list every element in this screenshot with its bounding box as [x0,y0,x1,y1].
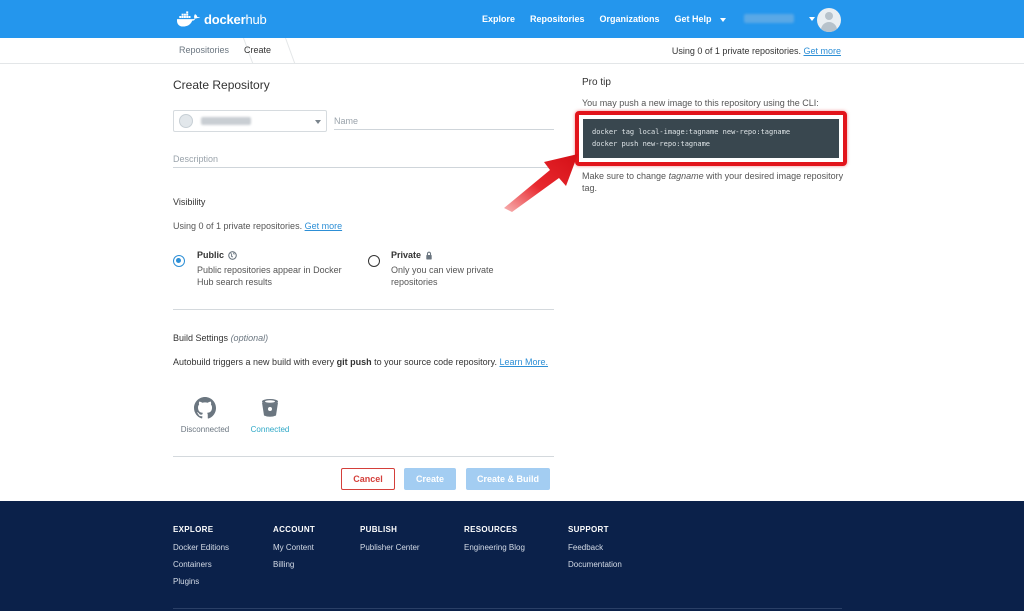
footer-link[interactable]: Billing [273,560,315,569]
namespace-avatar [179,114,193,128]
code-line: docker tag local-image:tagname new-repo:… [592,128,791,136]
private-option-title[interactable]: Private [391,250,433,260]
private-radio[interactable] [368,255,380,267]
description-input[interactable] [173,150,554,168]
footer-link[interactable]: Documentation [568,560,622,569]
docker-hub-logo[interactable]: dockerhub [177,10,267,28]
chevron-down-icon [719,17,726,22]
bitbucket-provider[interactable]: Connected [246,397,294,434]
private-option-desc: Only you can view private repositories [391,265,494,287]
create-button[interactable]: Create [404,468,456,490]
breadcrumb-repositories[interactable]: Repositories [172,38,236,63]
user-menu-chevron-icon[interactable] [809,17,815,21]
autobuild-description: Autobuild triggers a new build with ever… [173,357,549,367]
footer-link[interactable]: Engineering Blog [464,543,525,552]
cancel-button[interactable]: Cancel [341,468,395,490]
footer-link[interactable]: Containers [173,560,229,569]
footer: EXPLORE Docker Editions Containers Plugi… [0,501,1024,611]
repository-name-input[interactable] [334,112,554,130]
create-and-build-button[interactable]: Create & Build [466,468,550,490]
footer-col-resources: RESOURCES Engineering Blog [464,525,525,560]
footer-divider [173,608,842,609]
docker-whale-icon [177,10,201,26]
private-repo-usage: Using 0 of 1 private repositories. Get m… [671,46,841,56]
visibility-label: Visibility [173,197,206,207]
footer-link[interactable]: Docker Editions [173,543,229,552]
footer-heading: EXPLORE [173,525,214,534]
breadcrumb-separator [278,38,279,63]
visibility-usage: Using 0 of 1 private repositories. Get m… [173,221,343,231]
nav-links: Explore Repositories Organizations Get H… [482,14,741,24]
public-option-title[interactable]: Public [197,250,237,260]
learn-more-link[interactable]: Learn More. [500,357,549,367]
footer-heading: SUPPORT [568,525,609,534]
red-arrow-annotation [504,154,578,212]
build-settings-title: Build Settings (optional) [173,333,269,343]
lock-icon [426,251,432,260]
divider [173,456,554,457]
pro-tip-title: Pro tip [582,77,611,88]
footer-link[interactable]: Publisher Center [360,543,420,552]
footer-heading: ACCOUNT [273,525,316,534]
footer-link[interactable]: My Content [273,543,315,552]
code-line: docker push new-repo:tagname [592,140,711,148]
footer-col-support: SUPPORT Feedback Documentation [568,525,622,577]
cli-code-block[interactable]: docker tag local-image:tagname new-repo:… [583,119,839,158]
globe-icon [228,250,237,260]
pro-tip-text: You may push a new image to this reposit… [582,98,819,108]
page-title: Create Repository [173,78,270,92]
sub-bar: Repositories Create [0,38,1024,64]
avatar[interactable] [817,8,841,32]
nav-organizations[interactable]: Organizations [600,14,660,24]
username-redacted[interactable] [744,14,794,23]
namespace-redacted [201,117,251,125]
breadcrumb-create: Create [244,45,272,55]
nav-get-help[interactable]: Get Help [675,14,726,24]
footer-col-publish: PUBLISH Publisher Center [360,525,420,560]
footer-heading: PUBLISH [360,525,398,534]
bitbucket-icon [262,399,278,417]
footer-col-account: ACCOUNT My Content Billing [273,525,315,577]
footer-link[interactable]: Plugins [173,577,229,586]
breadcrumb: Repositories Create [172,38,279,63]
github-status: Disconnected [180,425,230,434]
footer-link[interactable]: Feedback [568,543,622,552]
divider [173,309,554,310]
get-more-link[interactable]: Get more [803,46,841,56]
nav-repositories[interactable]: Repositories [530,14,585,24]
github-provider[interactable]: Disconnected [179,397,231,434]
pro-tip-note: Make sure to change tagname with your de… [582,171,844,193]
chevron-down-icon [315,120,321,124]
brand-name: dockerhub [204,11,267,27]
public-option-desc: Public repositories appear in Docker Hub… [197,265,342,287]
github-icon [194,397,217,419]
visibility-get-more-link[interactable]: Get more [305,221,343,231]
bitbucket-status: Connected [250,425,290,434]
footer-heading: RESOURCES [464,525,518,534]
top-nav: dockerhub Explore Repositories Organizat… [0,0,1024,38]
footer-col-explore: EXPLORE Docker Editions Containers Plugi… [173,525,229,594]
public-radio[interactable] [173,255,185,267]
namespace-select[interactable] [173,110,327,132]
nav-explore[interactable]: Explore [482,14,515,24]
